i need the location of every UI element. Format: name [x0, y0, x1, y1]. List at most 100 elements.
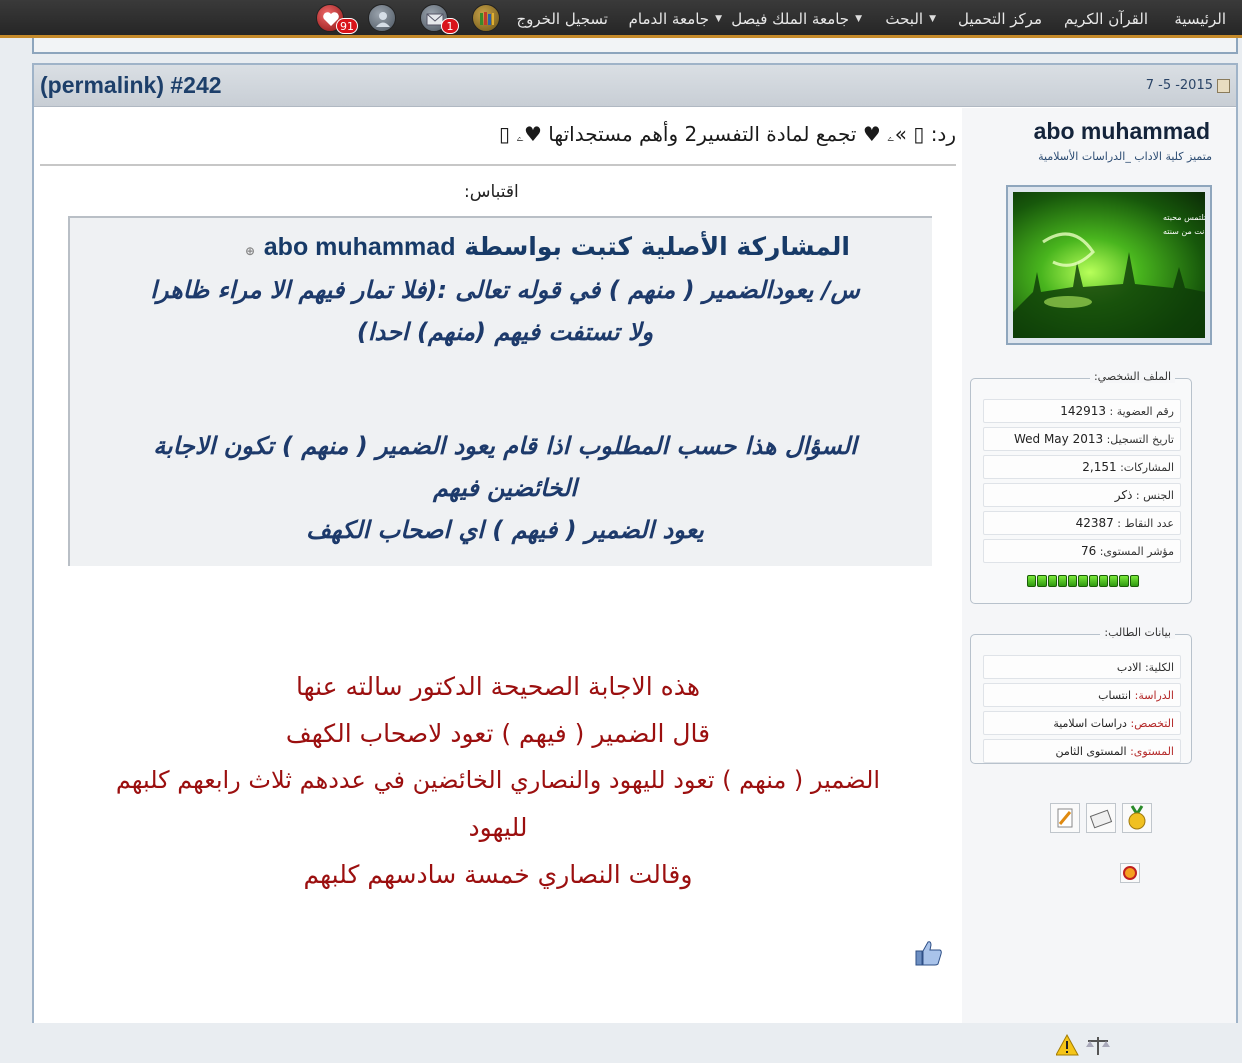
- nav-dammam[interactable]: جامعة الدمام ▼: [629, 0, 722, 38]
- notifications-count-badge[interactable]: 91: [336, 18, 358, 34]
- badge-award-icon[interactable]: [1120, 863, 1140, 883]
- quote-block: المشاركة الأصلية كتبت بواسطة abo muhamma…: [68, 216, 932, 566]
- previous-post-edge: [32, 38, 1238, 54]
- row-value: Wed May 2013: [1013, 432, 1104, 446]
- nav-upload-center[interactable]: مركز التحميل: [958, 0, 1042, 38]
- row-label: مؤشر المستوى:: [1096, 545, 1174, 558]
- profile-row-gender: الجنس : ذكر: [983, 483, 1181, 507]
- books-icon[interactable]: [472, 4, 500, 32]
- nav-kfu[interactable]: جامعة الملك فيصل ▼: [731, 0, 862, 38]
- student-legend: بيانات الطالب:: [1100, 626, 1175, 639]
- row-value: 76: [1080, 544, 1097, 558]
- post-content: رد: ▯ »ۦ ♥ تجمع لمادة التفسير2 وأهم مستج…: [34, 108, 962, 1023]
- row-value: ذكر: [1114, 488, 1133, 502]
- nav-kfu-label: جامعة الملك فيصل: [731, 10, 850, 28]
- profile-row-posts: المشاركات: 2,151: [983, 455, 1181, 479]
- medal-award-icon[interactable]: [1122, 803, 1152, 833]
- nav-home-label: الرئيسية: [1174, 10, 1226, 28]
- warning-icon[interactable]: [1055, 1033, 1079, 1056]
- quote-line: يعود الضمير ( فيهم ) اي اصحاب الكهف: [306, 516, 704, 544]
- chevron-down-icon: ▼: [929, 14, 936, 24]
- box-glyph-icon: ▯: [913, 122, 925, 146]
- quote-line: ولا تستفت فيهم (منهم) احدا): [356, 318, 654, 346]
- top-navbar: الرئيسية القرآن الكريم مركز التحميل البح…: [0, 0, 1242, 38]
- row-value: 142913: [1060, 404, 1107, 418]
- envelope-award-icon[interactable]: [1086, 803, 1116, 833]
- nav-dammam-label: جامعة الدمام: [628, 10, 710, 28]
- username-link[interactable]: abo muhammad: [1034, 118, 1210, 145]
- title-divider: [40, 164, 956, 166]
- chevron-down-icon: ▼: [855, 14, 862, 24]
- profile-row-level: مؤشر المستوى: 76: [983, 539, 1181, 563]
- student-row-major: التخصص: دراسات اسلامية: [983, 711, 1181, 735]
- post-title: رد: ▯ »ۦ ♥ تجمع لمادة التفسير2 وأهم مستج…: [499, 122, 956, 146]
- student-fieldset: بيانات الطالب: الكلية: الادب الدراسة: ان…: [970, 626, 1192, 764]
- student-row-level: المستوى: المستوى الثامن: [983, 739, 1181, 763]
- post-header: (permalink) #242 7 -5 -2015: [34, 65, 1236, 107]
- row-value: 2,151: [1082, 460, 1117, 474]
- answer-line: وقالت النصاري خمسة سادسهم كلبهم: [303, 860, 693, 889]
- profile-row-member-id: رقم العضوية : 142913: [983, 399, 1181, 423]
- student-row-study: الدراسة: انتساب: [983, 683, 1181, 707]
- row-label: الجنس :: [1132, 489, 1174, 502]
- nav-search-label: البحث: [885, 10, 924, 28]
- scales-icon[interactable]: [1086, 1037, 1110, 1055]
- row-label: الدراسة:: [1131, 689, 1174, 702]
- nav-quran-label: القرآن الكريم: [1063, 10, 1148, 28]
- svg-text:اين انت من سنته: اين انت من سنته: [1163, 227, 1205, 236]
- nav-logout-label: تسجيل الخروج: [516, 10, 608, 28]
- row-label: التخصص:: [1126, 717, 1174, 730]
- pencil-award-icon[interactable]: [1050, 803, 1080, 833]
- quote-line: السؤال هذا حسب المطلوب اذا قام يعود الضم…: [153, 432, 857, 460]
- quote-line: الخائضين فيهم: [433, 474, 577, 502]
- answer-line: لليهود: [468, 813, 528, 842]
- row-value: الادب: [1116, 661, 1142, 674]
- svg-text:يا من تلتمس محبته: يا من تلتمس محبته: [1163, 213, 1205, 222]
- row-value: انتساب: [1098, 689, 1132, 702]
- answer-line: هذه الاجابة الصحيحة الدكتور سالته عنها: [295, 672, 701, 701]
- profile-row-joined: تاريخ التسجيل: Wed May 2013: [983, 427, 1181, 451]
- chevron-down-icon: ▼: [715, 14, 722, 24]
- quote-author-name[interactable]: abo muhammad: [264, 233, 456, 261]
- row-label: رقم العضوية :: [1106, 405, 1175, 418]
- user-title: متميز كلية الاداب _الدراسات الأسلامية: [1038, 150, 1212, 163]
- student-row-college: الكلية: الادب: [983, 655, 1181, 679]
- box-glyph-icon: ▯: [499, 122, 511, 146]
- user-icon[interactable]: [368, 4, 396, 32]
- post-title-prefix: رد:: [930, 122, 956, 146]
- post-date-text: 7 -5 -2015: [1145, 78, 1213, 93]
- row-label: الكلية:: [1141, 661, 1174, 674]
- permalink-link[interactable]: (permalink) #242: [40, 72, 222, 99]
- row-value: دراسات اسلامية: [1053, 717, 1127, 730]
- nav-upload-label: مركز التحميل: [957, 10, 1042, 28]
- quote-author-line: المشاركة الأصلية كتبت بواسطة abo muhamma…: [245, 232, 850, 262]
- row-label: المشاركات:: [1116, 461, 1174, 474]
- nav-home[interactable]: الرئيسية: [1174, 0, 1226, 38]
- post-date: 7 -5 -2015: [1146, 78, 1230, 93]
- profile-fieldset: الملف الشخصي: رقم العضوية : 142913 تاريخ…: [970, 370, 1192, 604]
- post-container: (permalink) #242 7 -5 -2015 abo muhammad…: [32, 63, 1238, 1056]
- row-label: عدد النقاط :: [1113, 517, 1174, 530]
- profile-legend: الملف الشخصي:: [1089, 370, 1175, 383]
- row-label: المستوى:: [1126, 745, 1174, 758]
- avatar[interactable]: يا من تلتمس محبته اين انت من سنته: [1006, 185, 1212, 345]
- messages-count-badge[interactable]: 1: [441, 18, 459, 34]
- thumbs-up-icon[interactable]: [914, 938, 944, 968]
- document-icon: [1217, 78, 1230, 93]
- answer-line: قال الضمير ( فيهم ) تعود لاصحاب الكهف: [285, 719, 711, 748]
- post-title-text: »ۦ ♥ تجمع لمادة التفسير2 وأهم مستجداتها …: [516, 122, 907, 146]
- quote-label: اقتباس:: [464, 182, 519, 202]
- quote-line: س/ يعودالضمير ( منهم ) في قوله تعالى :(ف…: [150, 276, 860, 304]
- row-value: 42387: [1075, 516, 1114, 530]
- user-info-panel: abo muhammad متميز كلية الاداب _الدراسات…: [960, 108, 1236, 1056]
- level-progress-bar: [1027, 575, 1139, 587]
- avatar-image: يا من تلتمس محبته اين انت من سنته: [1013, 192, 1205, 338]
- row-label: تاريخ التسجيل:: [1103, 433, 1174, 446]
- view-post-icon[interactable]: ⊕: [245, 244, 255, 258]
- nav-search[interactable]: البحث ▼: [885, 0, 936, 38]
- post-tools: [1055, 1033, 1116, 1063]
- nav-quran[interactable]: القرآن الكريم: [1064, 0, 1148, 38]
- nav-logout[interactable]: تسجيل الخروج: [516, 0, 608, 38]
- answer-line: الضمير ( منهم ) تعود لليهود والنصاري الخ…: [115, 766, 881, 794]
- row-value: المستوى الثامن: [1055, 745, 1127, 758]
